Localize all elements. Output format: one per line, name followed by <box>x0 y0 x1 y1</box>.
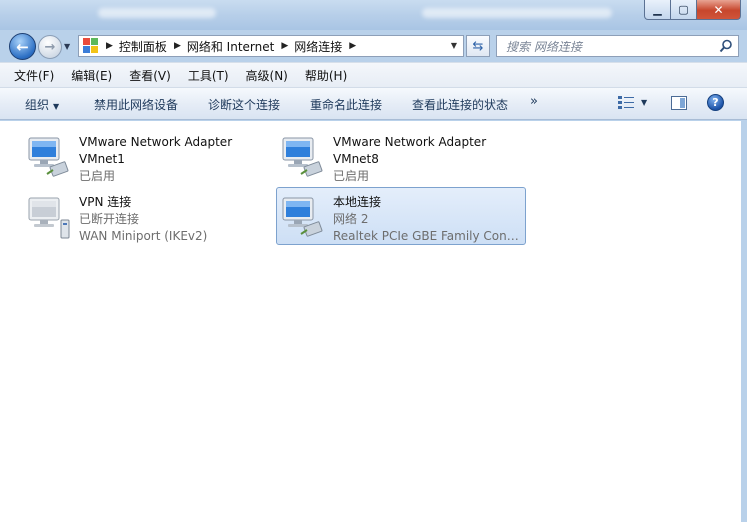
recent-pages-dropdown[interactable]: ▼ <box>64 42 70 51</box>
refresh-icon: ⇆ <box>472 38 484 54</box>
title-bar: ▁ ▢ ✕ <box>0 0 747 30</box>
chevron-right-icon[interactable]: ▶ <box>106 41 113 51</box>
close-icon: ✕ <box>713 2 724 17</box>
chevron-right-icon[interactable]: ▶ <box>174 41 181 51</box>
network-adapter-icon <box>282 137 323 177</box>
connection-status: 已断开连接 <box>79 212 140 226</box>
refresh-button[interactable]: ⇆ <box>466 35 490 57</box>
chevron-right-icon[interactable]: ▶ <box>349 41 356 51</box>
connection-name: 本地连接 <box>333 195 382 209</box>
rename-connection-button[interactable]: 重命名此连接 <box>310 96 382 113</box>
chevron-right-icon[interactable]: ▶ <box>281 41 288 51</box>
diagnose-connection-button[interactable]: 诊断这个连接 <box>208 96 280 113</box>
search-icon[interactable] <box>719 39 733 53</box>
connection-name: VMware Network Adapter <box>333 135 487 149</box>
view-options-dropdown[interactable]: ▼ <box>641 98 647 107</box>
menu-edit[interactable]: 编辑(E) <box>69 65 114 86</box>
connection-status: 已启用 <box>79 169 116 183</box>
maximize-button[interactable]: ▢ <box>671 0 697 20</box>
change-view-icon[interactable] <box>618 96 634 110</box>
organize-button[interactable]: 组织 ▼ <box>25 96 59 113</box>
connections-list: VMware Network Adapter VMnet1 已启用 VMware… <box>0 121 741 522</box>
menu-file[interactable]: 文件(F) <box>12 65 56 86</box>
network-adapter-icon <box>282 197 323 237</box>
navigation-bar: ← → ▼ ▶ 控制面板 ▶ 网络和 Internet ▶ 网络连接 ▶ ▼ ⇆… <box>0 30 747 62</box>
menu-tools[interactable]: 工具(T) <box>186 65 231 86</box>
command-bar: 组织 ▼ 禁用此网络设备 诊断这个连接 重命名此连接 查看此连接的状态 » ▼ ? <box>0 88 747 120</box>
minimize-button[interactable]: ▁ <box>644 0 671 20</box>
address-bar[interactable]: ▶ 控制面板 ▶ 网络和 Internet ▶ 网络连接 ▶ ▼ <box>78 35 464 57</box>
connection-item-vmnet1[interactable]: VMware Network Adapter VMnet1 已启用 <box>22 127 272 185</box>
caret-down-icon: ▼ <box>53 102 60 111</box>
network-adapter-icon <box>28 137 69 177</box>
search-input[interactable]: 搜索 网络连接 <box>496 35 739 57</box>
connection-network: 网络 2 <box>333 212 369 226</box>
connection-network: VMnet1 <box>79 152 125 166</box>
connection-device: WAN Miniport (IKEv2) <box>79 229 208 243</box>
connection-item-local[interactable]: 本地连接 网络 2 Realtek PCIe GBE Family Contr.… <box>276 187 526 245</box>
window-title-blurred <box>422 8 612 18</box>
menu-bar: 文件(F) 编辑(E) 查看(V) 工具(T) 高级(N) 帮助(H) <box>0 62 747 88</box>
address-history-dropdown[interactable]: ▼ <box>451 41 457 50</box>
breadcrumb-network-internet[interactable]: 网络和 Internet <box>187 38 274 55</box>
preview-pane-icon[interactable] <box>671 96 687 110</box>
connection-name: VPN 连接 <box>79 195 132 209</box>
close-button[interactable]: ✕ <box>697 0 741 20</box>
breadcrumb-control-panel[interactable]: 控制面板 <box>119 38 167 55</box>
connection-status: 已启用 <box>333 169 370 183</box>
forward-button[interactable]: → <box>38 35 62 59</box>
disable-device-button[interactable]: 禁用此网络设备 <box>94 96 178 113</box>
arrow-right-icon: → <box>44 39 56 55</box>
connection-network: VMnet8 <box>333 152 379 166</box>
minimize-icon: ▁ <box>653 3 662 16</box>
organize-label: 组织 <box>25 98 50 112</box>
maximize-icon: ▢ <box>678 3 689 16</box>
arrow-left-icon: ← <box>16 37 29 56</box>
connection-device: Realtek PCIe GBE Family Contr... <box>333 229 523 243</box>
window-title-blurred <box>98 8 216 18</box>
view-status-button[interactable]: 查看此连接的状态 <box>412 96 508 113</box>
window-frame-edge <box>741 121 747 522</box>
back-button[interactable]: ← <box>9 33 36 60</box>
control-panel-icon <box>83 38 99 54</box>
connection-item-vpn[interactable]: VPN 连接 已断开连接 WAN Miniport (IKEv2) <box>22 187 272 245</box>
menu-help[interactable]: 帮助(H) <box>303 65 349 86</box>
search-placeholder: 搜索 网络连接 <box>506 39 582 54</box>
menu-view[interactable]: 查看(V) <box>127 65 173 86</box>
breadcrumb-network-connections[interactable]: 网络连接 <box>294 38 342 55</box>
connection-item-vmnet8[interactable]: VMware Network Adapter VMnet8 已启用 <box>276 127 526 185</box>
help-icon[interactable]: ? <box>707 94 724 111</box>
menu-advanced[interactable]: 高级(N) <box>244 65 290 86</box>
vpn-connection-icon <box>28 197 70 239</box>
connection-name: VMware Network Adapter <box>79 135 233 149</box>
more-commands-button[interactable]: » <box>530 94 538 109</box>
